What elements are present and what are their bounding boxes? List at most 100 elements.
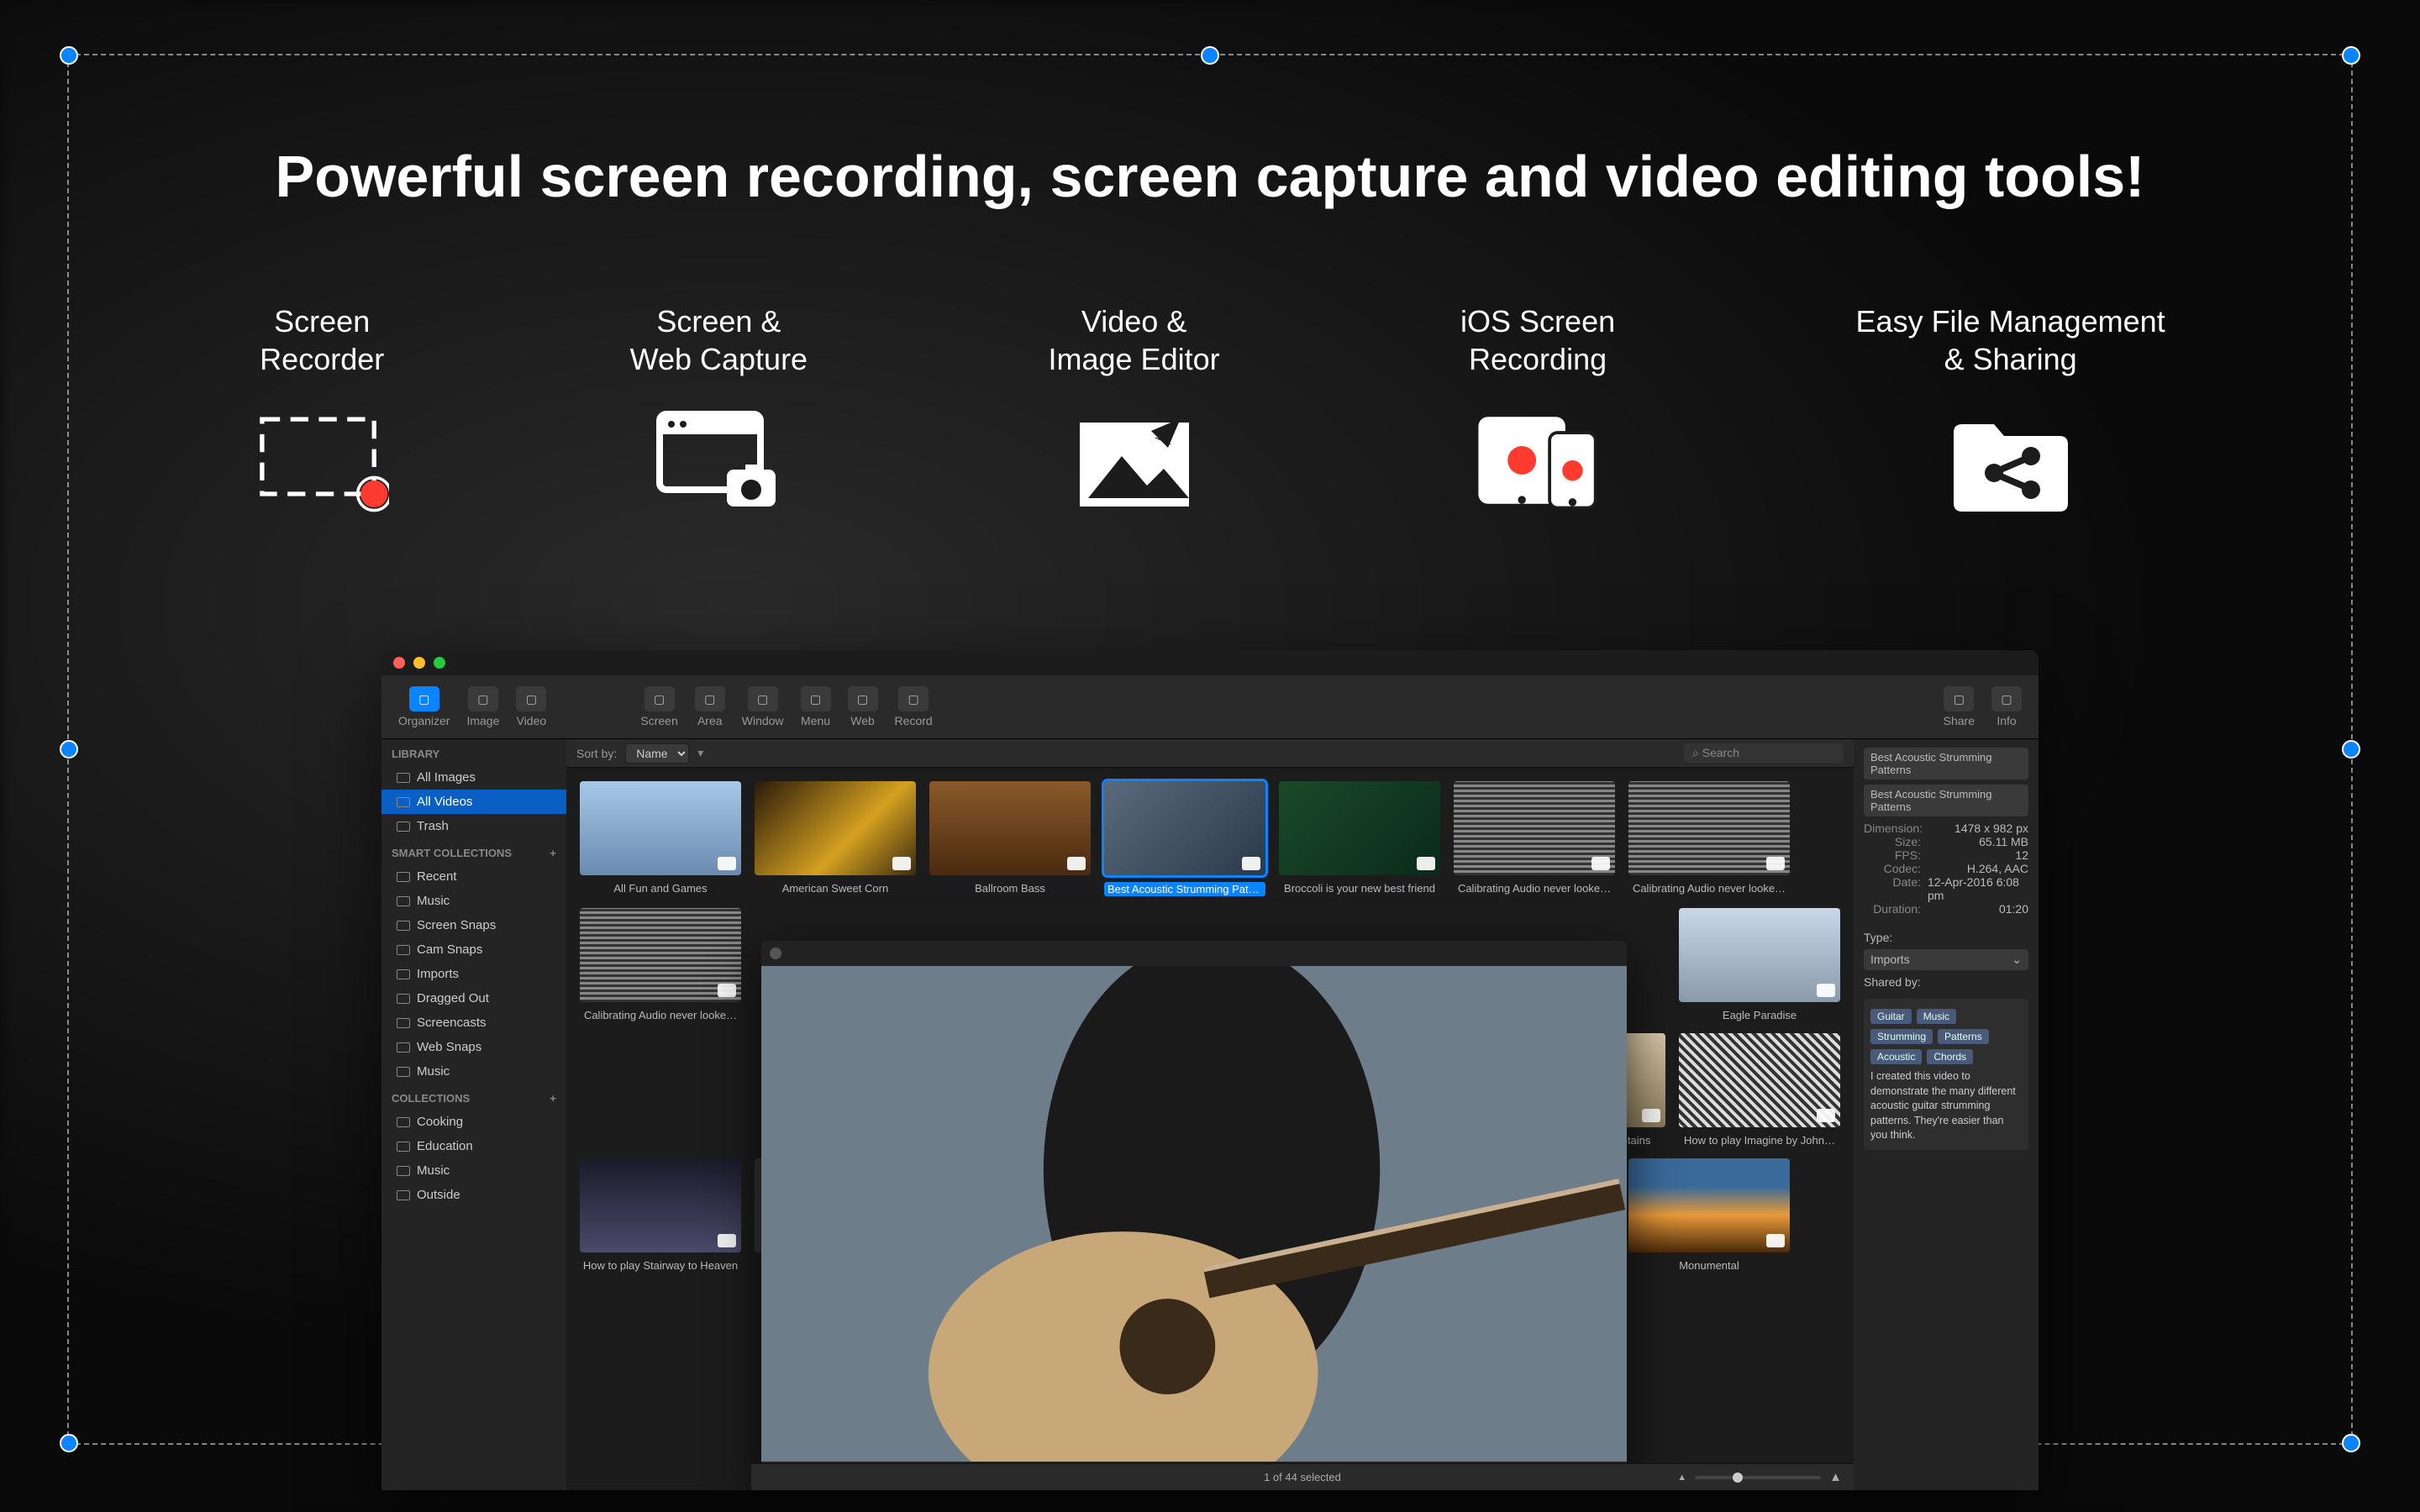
toolbar-video-button[interactable]: ▢Video [511, 685, 551, 729]
thumbnail-image[interactable] [755, 781, 916, 875]
sidebar-item-imports[interactable]: Imports [381, 962, 566, 986]
search-input[interactable]: ⌕ Search [1684, 743, 1844, 763]
thumbnail-caption: Ballroom Bass [929, 882, 1091, 895]
sidebar-item-trash[interactable]: Trash [381, 814, 566, 838]
sidebar-item-screen-snaps[interactable]: Screen Snaps [381, 913, 566, 937]
thumbnail[interactable]: Monumental [1628, 1158, 1790, 1272]
feature-label: Easy File Management & Sharing [1856, 302, 2165, 378]
sidebar-item-dragged-out[interactable]: Dragged Out [381, 986, 566, 1011]
tag[interactable]: Acoustic [1870, 1049, 1922, 1064]
thumbnail-image[interactable] [1628, 781, 1790, 875]
sidebar-item-cooking[interactable]: Cooking [381, 1110, 566, 1134]
toolbar-window-button[interactable]: ▢Window [737, 685, 789, 729]
toolbar-organizer-button[interactable]: ▢Organizer [393, 685, 455, 729]
thumbnail-image[interactable] [1628, 1158, 1790, 1252]
folder-icon [397, 921, 410, 931]
close-icon[interactable] [393, 657, 405, 669]
sidebar-item-all-videos[interactable]: All Videos [381, 790, 566, 814]
thumbnail-image[interactable] [1279, 781, 1440, 875]
thumbnail-image[interactable] [929, 781, 1091, 875]
sidebar-item-web-snaps[interactable]: Web Snaps [381, 1035, 566, 1059]
folder-icon [397, 1018, 410, 1028]
sidebar-item-music[interactable]: Music [381, 1158, 566, 1183]
toolbar-record-button[interactable]: ▢Record [890, 685, 938, 729]
tag[interactable]: Patterns [1938, 1029, 1989, 1044]
resize-handle-top-right[interactable] [2342, 46, 2360, 65]
folder-icon [397, 1117, 410, 1127]
folder-icon [397, 872, 410, 882]
resize-handle-top-mid[interactable] [1201, 46, 1219, 65]
folder-icon [397, 896, 410, 906]
tag[interactable]: Guitar [1870, 1009, 1912, 1024]
tag[interactable]: Music [1917, 1009, 1956, 1024]
thumbnail-image[interactable] [1454, 781, 1615, 875]
resize-handle-mid-left[interactable] [60, 740, 78, 759]
sidebar-item-outside[interactable]: Outside [381, 1183, 566, 1207]
folder-icon [397, 822, 410, 832]
status-bar: 1 of 44 selected ▲ ▲ [751, 1463, 1854, 1490]
toolbar-share-button[interactable]: ▢Share [1939, 685, 1980, 729]
sort-direction-icon[interactable]: ▾ [697, 746, 703, 760]
type-select[interactable]: Imports⌄ [1864, 949, 2028, 970]
folder-icon [397, 1042, 410, 1053]
sidebar-item-music[interactable]: Music [381, 1059, 566, 1084]
tag[interactable]: Chords [1927, 1049, 1973, 1064]
titlebar[interactable] [381, 650, 2039, 675]
thumbnail[interactable]: All Fun and Games [580, 781, 741, 896]
thumbnail[interactable]: Best Acoustic Strumming Patterns [1104, 781, 1265, 896]
minimize-icon[interactable] [413, 657, 425, 669]
sidebar-item-cam-snaps[interactable]: Cam Snaps [381, 937, 566, 962]
thumbnail[interactable]: How to play Imagine by John… [1679, 1033, 1840, 1147]
thumbnail[interactable]: Broccoli is your new best friend [1279, 781, 1440, 896]
info-note[interactable]: I created this video to demonstrate the … [1870, 1069, 2022, 1143]
thumbnail[interactable]: Calibrating Audio never looke… [580, 908, 741, 1021]
tag[interactable]: Strumming [1870, 1029, 1933, 1044]
resize-handle-bottom-left[interactable] [60, 1434, 78, 1452]
toolbar-screen-button[interactable]: ▢Screen [635, 685, 682, 729]
toolbar-info-button[interactable]: ▢Info [1986, 685, 2027, 729]
thumbnail-image[interactable] [1104, 781, 1265, 875]
toolbar-area-button[interactable]: ▢Area [690, 685, 730, 729]
thumbnail[interactable]: American Sweet Corn [755, 781, 916, 896]
zoom-in-icon[interactable]: ▲ [1829, 1470, 1842, 1484]
video-preview-popup[interactable]: ▶ 00:25 -00:55 🔊 [761, 941, 1627, 1490]
sidebar-item-recent[interactable]: Recent [381, 864, 566, 889]
zoom-control[interactable]: ▲ ▲ [1677, 1470, 1842, 1484]
sort-select[interactable]: Name [625, 743, 689, 764]
toolbar-web-button[interactable]: ▢Web [843, 685, 883, 729]
add-icon[interactable]: + [550, 847, 556, 859]
thumbnail-image[interactable] [580, 781, 741, 875]
sidebar: LIBRARY All ImagesAll VideosTrash SMART … [381, 739, 566, 1490]
thumbnail[interactable]: Ballroom Bass [929, 781, 1091, 896]
window-icon: ▢ [748, 686, 778, 711]
web-capture-icon [651, 402, 786, 519]
thumbnail-image[interactable] [580, 1158, 741, 1252]
resize-handle-top-left[interactable] [60, 46, 78, 65]
folder-icon [397, 1067, 410, 1077]
close-icon[interactable] [770, 948, 781, 959]
thumbnail[interactable]: Calibrating Audio never looke… [1628, 781, 1790, 896]
resize-handle-bottom-right[interactable] [2342, 1434, 2360, 1452]
toolbar-image-button[interactable]: ▢Image [461, 685, 504, 729]
sidebar-item-screencasts[interactable]: Screencasts [381, 1011, 566, 1035]
sidebar-item-music[interactable]: Music [381, 889, 566, 913]
video-badge-icon [1817, 984, 1835, 997]
info-filename: Best Acoustic Strumming Patterns [1864, 785, 2028, 816]
zoom-out-icon[interactable]: ▲ [1677, 1473, 1686, 1483]
resize-handle-mid-right[interactable] [2342, 740, 2360, 759]
video-badge-icon [1417, 857, 1435, 870]
thumbnail[interactable]: How to play Stairway to Heaven [580, 1158, 741, 1272]
thumbnail[interactable]: Calibrating Audio never looke… [1454, 781, 1615, 896]
thumbnail[interactable]: Eagle Paradise [1679, 908, 1840, 1021]
thumbnail-caption: Calibrating Audio never looke… [1628, 882, 1790, 895]
screen-icon: ▢ [644, 686, 675, 711]
toolbar: ▢Organizer▢Image▢Video ▢Screen▢Area▢Wind… [381, 675, 2039, 739]
thumbnail-image[interactable] [580, 908, 741, 1002]
maximize-icon[interactable] [434, 657, 445, 669]
thumbnail-image[interactable] [1679, 1033, 1840, 1127]
add-icon[interactable]: + [550, 1092, 556, 1105]
thumbnail-image[interactable] [1679, 908, 1840, 1002]
toolbar-menu-button[interactable]: ▢Menu [796, 685, 836, 729]
sidebar-item-all-images[interactable]: All Images [381, 765, 566, 790]
sidebar-item-education[interactable]: Education [381, 1134, 566, 1158]
